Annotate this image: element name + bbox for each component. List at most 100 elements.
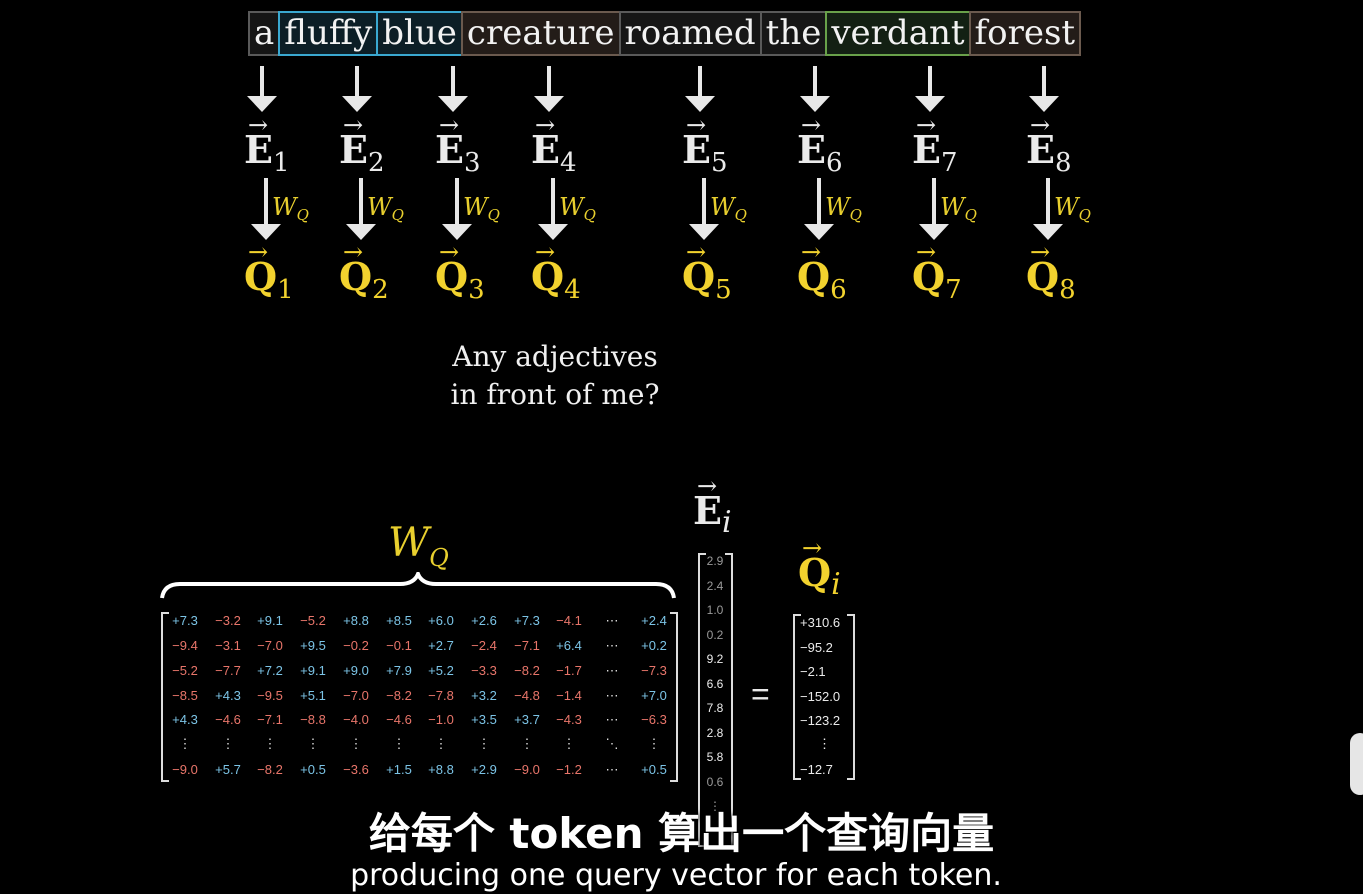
embedding-vector-4: → E4	[531, 111, 577, 178]
query-index-6: 6	[830, 275, 847, 305]
query-question: Any adjectives in front of me?	[440, 338, 670, 414]
matrix-cell: ⋯	[605, 688, 619, 703]
matrix-cell: ⋮	[520, 736, 534, 751]
token-to-embedding-arrow-1	[247, 66, 277, 112]
embedding-arrow-accent-3: →	[439, 111, 460, 139]
embedding-entry: 9.2	[706, 652, 724, 666]
embedding-entry: 0.2	[706, 627, 724, 642]
matrix-cell: −5.2	[300, 613, 326, 628]
matrix-cell: +3.7	[514, 712, 540, 727]
matrix-cell: −3.3	[471, 663, 497, 678]
token-to-embedding-arrow-6	[800, 66, 830, 112]
wq-label-3: WQ	[463, 193, 500, 224]
token-4: creature	[460, 11, 621, 56]
matrix-cell: −7.0	[257, 638, 283, 653]
token-6: the	[759, 11, 828, 56]
matrix-cell: −8.2	[386, 688, 412, 703]
embedding-entry: 1.0	[706, 603, 724, 617]
query-arrow-accent-2: →	[343, 238, 364, 266]
query-arrow-accent-8: →	[1030, 238, 1051, 266]
wq-letter-2: W	[367, 193, 392, 221]
matrix-cell: +5.1	[300, 688, 326, 703]
token-to-embedding-arrow-2-shaft	[355, 66, 359, 100]
side-panel-handle[interactable]	[1350, 733, 1363, 795]
matrix-label-w: W	[388, 520, 430, 566]
embedding-entry: 6.6	[706, 676, 724, 691]
embedding-index-6: 6	[825, 148, 843, 178]
token-to-embedding-arrow-3	[438, 66, 468, 112]
equals-sign: =	[751, 676, 770, 712]
wq-subscript-2: Q	[391, 206, 404, 224]
matrix-cell: +6.4	[556, 638, 582, 653]
query-vector-6: → Q6	[797, 238, 847, 305]
matrix-cell: ⋮	[221, 736, 235, 751]
embedding-vector-2: → E2	[339, 111, 385, 178]
wq-letter-8: W	[1054, 193, 1079, 221]
matrix-label-subscript: Q	[429, 544, 449, 572]
token-3: blue	[376, 11, 463, 56]
query-arrow-accent-3: →	[439, 238, 460, 266]
wq-letter-6: W	[825, 193, 850, 221]
matrix-cell: ⋮	[349, 736, 363, 751]
matrix-cell: +2.7	[428, 638, 454, 653]
matrix-cell: ⋯	[605, 762, 619, 777]
matrix-cell: −9.0	[514, 762, 540, 777]
matrix-cell: ⋯	[605, 663, 619, 678]
query-vector-4: → Q4	[531, 238, 581, 305]
token-to-embedding-arrow-1-head	[247, 96, 277, 112]
matrix-cell: ⋱	[605, 736, 619, 751]
query-entry: +310.6	[800, 615, 841, 630]
wq-letter-4: W	[559, 193, 584, 221]
wq-letter-3: W	[463, 193, 488, 221]
matrix-cell: ⋮	[434, 736, 448, 751]
token-to-embedding-arrow-8-head	[1029, 96, 1059, 112]
query-i-label: → Qi	[798, 534, 841, 602]
matrix-cell: +2.6	[471, 613, 497, 628]
token-to-embedding-arrow-6-head	[800, 96, 830, 112]
matrix-cell: +2.9	[471, 762, 497, 777]
matrix-cell: ⋯	[605, 712, 619, 727]
matrix-cell: −1.0	[428, 712, 454, 727]
token-to-embedding-arrow-6-shaft	[813, 66, 817, 100]
query-entry: ⋮	[818, 736, 831, 751]
subtitle-chinese: 给每个 token 算出一个查询向量	[368, 809, 995, 858]
wq-arrow-5-shaft	[702, 178, 706, 228]
query-entry: −12.7	[800, 762, 833, 777]
wq-subscript-7: Q	[964, 206, 977, 224]
token-7: verdant	[825, 11, 971, 56]
matrix-cell: +7.3	[514, 613, 540, 628]
token-to-embedding-arrow-7	[915, 66, 945, 112]
matrix-cell: +5.7	[215, 762, 241, 777]
embedding-i-label: → Ei	[693, 472, 732, 540]
matrix-cell: −8.8	[300, 712, 326, 727]
matrix-cell: +7.0	[641, 688, 667, 703]
matrix-cell: −7.1	[514, 638, 540, 653]
token-sequence: a fluffy blue creature roamed the verdant fores…	[248, 11, 1082, 56]
query-arrow-accent-5: →	[686, 238, 707, 266]
wq-label-5: WQ	[710, 193, 747, 224]
token-to-embedding-arrow-4-head	[534, 96, 564, 112]
query-entry: −95.2	[800, 640, 833, 655]
token-to-embedding-arrow-8-shaft	[1042, 66, 1046, 100]
token-to-embedding-arrow-3-head	[438, 96, 468, 112]
query-entry: −2.1	[800, 664, 826, 679]
matrix-cell: ⋮	[647, 736, 661, 751]
wq-arrow-3-shaft	[455, 178, 459, 228]
embedding-vector-8: → E8	[1026, 111, 1072, 178]
matrix-cell: −0.2	[343, 638, 369, 653]
matrix-cell: ⋮	[477, 736, 491, 751]
matrix-cell: −9.0	[172, 762, 198, 777]
wq-label-1: WQ	[272, 193, 309, 224]
wq-subscript-5: Q	[734, 206, 747, 224]
embedding-i-index: i	[721, 505, 732, 540]
query-index-8: 8	[1059, 275, 1076, 305]
query-vector-8: → Q8	[1026, 238, 1076, 305]
token-1: a	[248, 11, 281, 56]
matrix-cell: −9.4	[172, 638, 198, 653]
token-to-embedding-arrow-2-head	[342, 96, 372, 112]
token-to-embedding-arrow-2	[342, 66, 372, 112]
matrix-cell: −4.0	[343, 712, 369, 727]
token-to-embedding-arrow-5	[685, 66, 715, 112]
query-vector-1: → Q1	[244, 238, 294, 305]
matrix-cell: −7.8	[428, 688, 454, 703]
